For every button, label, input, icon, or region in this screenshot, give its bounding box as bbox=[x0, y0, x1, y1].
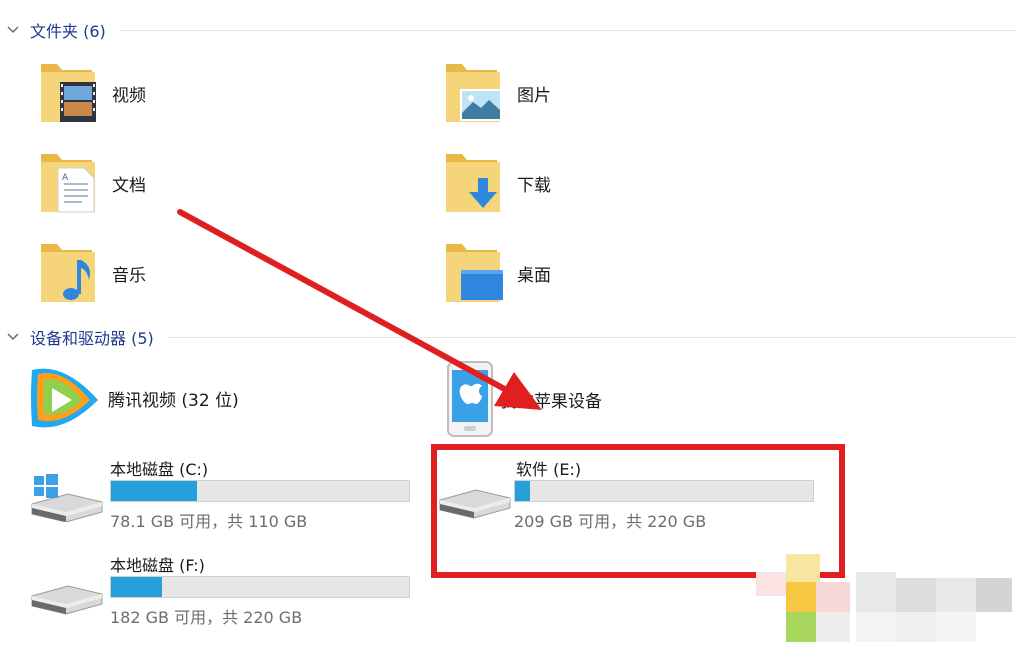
section-title: 设备和驱动器 (5) bbox=[30, 329, 154, 348]
drive-usage-bar bbox=[514, 480, 814, 502]
section-divider bbox=[119, 29, 1016, 31]
music-folder-icon bbox=[41, 244, 95, 302]
drive-name: 本地磁盘 (C:) bbox=[110, 460, 209, 479]
folder-label: 图片 bbox=[517, 85, 551, 106]
hard-drive-icon bbox=[439, 489, 511, 519]
drive-usage-fill bbox=[111, 577, 162, 597]
devices-section-header[interactable]: 设备和驱动器 (5) bbox=[6, 325, 1016, 349]
watermark bbox=[756, 548, 1016, 648]
folder-label: 音乐 bbox=[112, 265, 146, 286]
device-label: 腾讯视频 (32 位) bbox=[108, 390, 239, 411]
folder-label: 下载 bbox=[517, 175, 551, 196]
drive-item-e[interactable]: 软件 (E:) 209 GB 可用，共 220 GB bbox=[436, 452, 826, 536]
drive-name: 软件 (E:) bbox=[516, 460, 582, 479]
drive-free-space: 78.1 GB 可用，共 110 GB bbox=[110, 512, 308, 531]
folder-item-documents[interactable]: A 文档 bbox=[38, 148, 146, 218]
svg-text:A: A bbox=[62, 173, 69, 183]
device-item-apple[interactable]: 我的苹果设备 bbox=[446, 360, 602, 438]
folder-label: 视频 bbox=[112, 85, 146, 106]
hard-drive-icon bbox=[31, 585, 103, 615]
desktop-folder-icon bbox=[446, 244, 503, 302]
drive-usage-fill bbox=[515, 481, 530, 501]
device-item-tencent-video[interactable]: 腾讯视频 (32 位) bbox=[24, 362, 239, 434]
drive-item-c[interactable]: 本地磁盘 (C:) 78.1 GB 可用，共 110 GB bbox=[28, 452, 418, 536]
folder-item-pictures[interactable]: 图片 bbox=[443, 58, 551, 128]
chevron-down-icon[interactable] bbox=[6, 23, 20, 37]
drive-free-space: 182 GB 可用，共 220 GB bbox=[110, 608, 303, 627]
folders-section-header[interactable]: 文件夹 (6) bbox=[6, 18, 1016, 42]
folder-item-videos[interactable]: 视频 bbox=[38, 58, 146, 128]
drive-name: 本地磁盘 (F:) bbox=[110, 556, 205, 575]
documents-folder-icon: A bbox=[41, 154, 95, 213]
video-folder-icon bbox=[41, 64, 96, 122]
drive-item-f[interactable]: 本地磁盘 (F:) 182 GB 可用，共 220 GB bbox=[28, 548, 418, 632]
folder-item-music[interactable]: 音乐 bbox=[38, 238, 146, 308]
apple-device-icon bbox=[447, 361, 493, 437]
chevron-down-icon[interactable] bbox=[6, 330, 20, 344]
pictures-folder-icon bbox=[446, 64, 502, 122]
tencent-video-icon bbox=[31, 368, 98, 428]
folder-item-desktop[interactable]: 桌面 bbox=[443, 238, 551, 308]
windows-drive-icon bbox=[31, 474, 103, 522]
drive-free-space: 209 GB 可用，共 220 GB bbox=[514, 512, 707, 531]
drive-usage-fill bbox=[111, 481, 198, 501]
section-divider bbox=[167, 336, 1016, 338]
folder-label: 文档 bbox=[112, 175, 146, 196]
folder-item-downloads[interactable]: 下载 bbox=[443, 148, 551, 218]
section-title: 文件夹 (6) bbox=[30, 22, 106, 41]
drive-usage-bar bbox=[110, 480, 410, 502]
drive-usage-bar bbox=[110, 576, 410, 598]
downloads-folder-icon bbox=[446, 154, 500, 212]
folder-label: 桌面 bbox=[517, 265, 551, 286]
device-label: 我的苹果设备 bbox=[500, 391, 602, 412]
